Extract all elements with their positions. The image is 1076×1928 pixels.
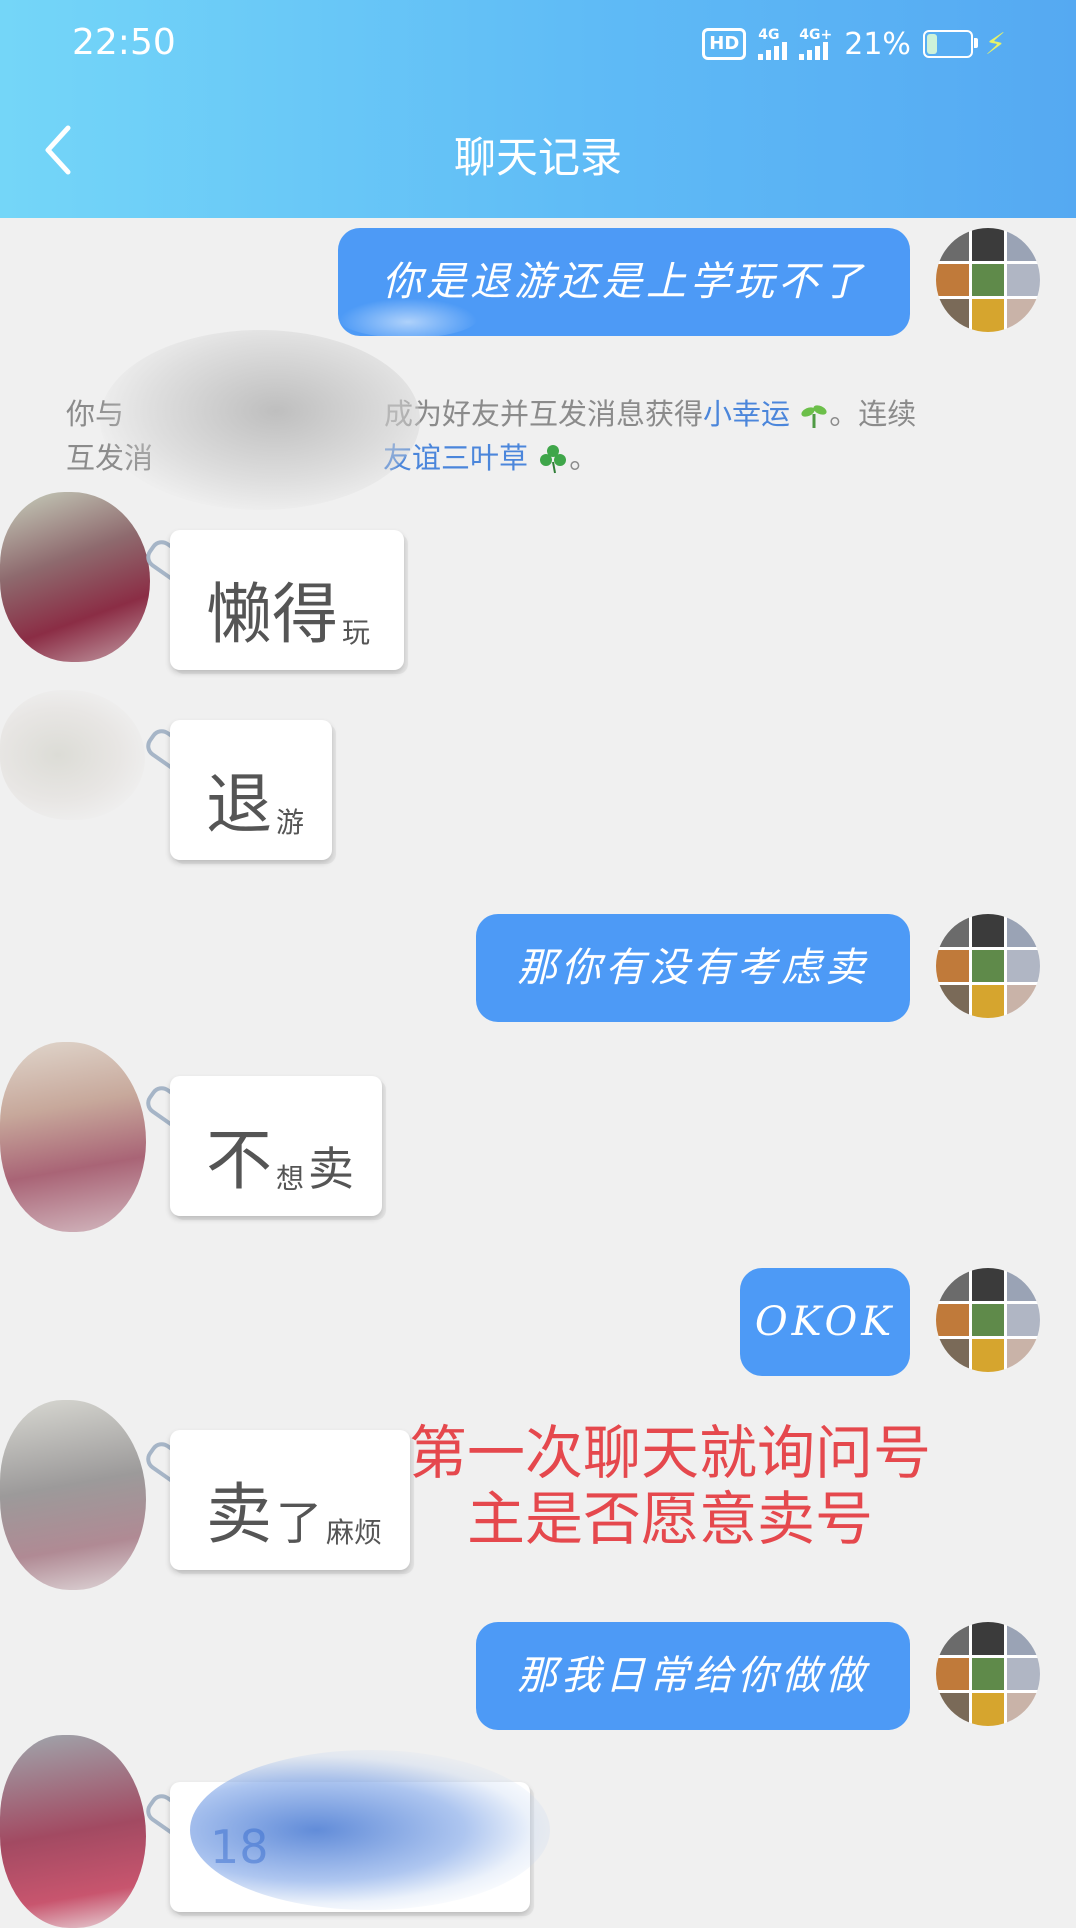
message-text: 你是退游还是上学玩不了	[382, 259, 866, 305]
incoming-message[interactable]: 不 想 卖	[170, 1076, 382, 1216]
redaction-scribble	[338, 298, 478, 338]
annotation-text: 第一次聊天就询问号 主是否愿意卖号	[408, 1419, 931, 1553]
incoming-message[interactable]: 退 游	[170, 720, 332, 860]
redacted-avatar	[0, 1400, 146, 1590]
avatar[interactable]	[936, 914, 1040, 1018]
outgoing-message[interactable]: 那你有没有考虑卖	[476, 914, 910, 1022]
signal-icon-1: 4G	[758, 27, 788, 60]
redaction-scribble	[100, 330, 420, 510]
redacted-avatar	[0, 1735, 146, 1928]
hd-badge: HD	[702, 28, 747, 60]
network-label-2: 4G+	[799, 27, 833, 43]
link-lucky[interactable]: 小幸运	[703, 397, 790, 431]
message-text: 那我日常给你做做	[517, 1653, 869, 1699]
outgoing-message[interactable]: 那我日常给你做做	[476, 1622, 910, 1730]
sprout-icon	[801, 405, 827, 428]
avatar[interactable]	[936, 228, 1040, 332]
page-title: 聊天记录	[453, 133, 622, 182]
avatar[interactable]	[936, 1622, 1040, 1726]
outgoing-message[interactable]: OKOK	[740, 1268, 910, 1376]
redacted-avatar	[0, 492, 150, 662]
incoming-message[interactable]: 懒得 玩	[170, 530, 404, 670]
battery-percent: 21%	[844, 26, 911, 62]
status-time: 22:50	[72, 22, 176, 63]
redaction-scribble	[190, 1750, 550, 1910]
charging-icon: ⚡	[984, 26, 1006, 62]
signal-icon-2: 4G+	[799, 28, 832, 60]
status-bar: 22:50 HD 4G 4G+ 21% ⚡	[0, 0, 1076, 88]
message-text: OKOK	[754, 1299, 896, 1345]
battery-icon	[922, 30, 978, 58]
redacted-avatar	[0, 1042, 146, 1232]
network-label-1: 4G	[758, 27, 780, 43]
avatar[interactable]	[936, 1268, 1040, 1372]
clover-icon	[540, 445, 567, 474]
redacted-avatar	[0, 690, 145, 820]
message-text: 那你有没有考虑卖	[517, 945, 869, 991]
app-header: 22:50 HD 4G 4G+ 21% ⚡ 聊天记录	[0, 0, 1076, 218]
status-icons: HD 4G 4G+ 21% ⚡	[702, 22, 1006, 66]
